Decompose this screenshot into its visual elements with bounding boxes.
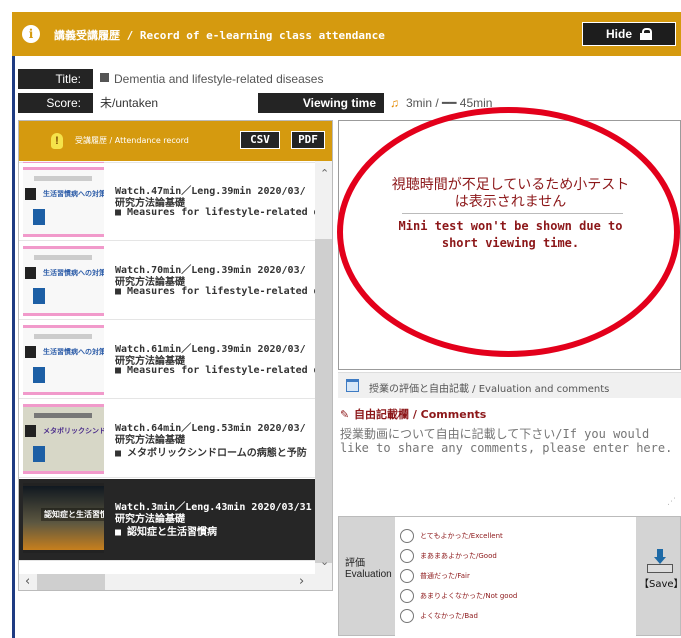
rating-option-good[interactable]: まあまあよかった/Good <box>400 549 497 566</box>
radio-button[interactable] <box>400 529 414 543</box>
evaluation-title: 授業の評価と自由記載 / Evaluation and comments <box>369 384 610 395</box>
evaluation-label: 評価 Evaluation <box>345 558 392 580</box>
comments-title: ✎ 自由記載欄 / Comments <box>340 408 487 421</box>
lecture-thumbnail: 生活習慣病への対策 <box>23 325 104 395</box>
message-divider <box>402 213 623 214</box>
list-item[interactable]: 生活習慣病への対策 Watch.61min／Leng.39min 2020/03… <box>19 321 317 399</box>
save-button[interactable]: 【Save】 <box>639 549 681 597</box>
evaluation-rating-box: 評価 Evaluation とてもよかった/Excellent まあまあよかった… <box>338 516 681 637</box>
score-row: Score: 未/untaken Viewing time ♫ 3min / ━━… <box>18 93 681 113</box>
evaluation-header: 授業の評価と自由記載 / Evaluation and comments <box>338 372 681 398</box>
hide-button[interactable]: Hide <box>582 22 676 46</box>
presenter-thumbnail <box>25 188 36 200</box>
left-border <box>12 56 15 638</box>
page-top: i 講義受講履歴 / Record of e-learning class at… <box>0 0 681 63</box>
rating-option-bad[interactable]: よくなかった/Bad <box>400 609 478 626</box>
list-item[interactable]: 生活習慣病への対策 Watch.47min／Leng.39min 2020/03… <box>19 163 317 241</box>
horizontal-scroll-thumb[interactable] <box>37 574 105 590</box>
mini-test-message-en: Mini test won't be shown due to short vi… <box>398 219 623 250</box>
viewing-time-value: ♫ 3min / ━━ 45min <box>390 96 493 110</box>
attendance-record-panel: ! 受講履歴 / Attendance record CSV PDF 生活習慣病… <box>18 120 333 591</box>
attendance-record-title: 受講履歴 / Attendance record <box>75 136 189 145</box>
lecture-title: ■ メタボリックシンドロームの病態と予防 <box>115 448 307 459</box>
viewing-time-label: Viewing time <box>258 93 384 113</box>
info-icon: i <box>22 25 40 43</box>
presenter-thumbnail <box>25 267 36 279</box>
mini-test-message-jp: 視聴時間が不足しているため小テスト は表示されません <box>391 177 630 210</box>
lock-icon <box>640 28 652 40</box>
comments-textarea[interactable] <box>340 427 678 509</box>
score-label: Score: <box>18 93 93 113</box>
lecture-title: ■ 認知症と生活習慣病 <box>115 527 218 538</box>
rating-option-not-good[interactable]: あまりよくなかった/Not good <box>400 589 517 606</box>
score-value: 未/untaken <box>100 96 159 110</box>
attendance-titlebar: i 講義受講履歴 / Record of e-learning class at… <box>12 12 681 56</box>
scroll-left-arrow-icon[interactable]: ‹ <box>25 574 30 590</box>
rating-option-fair[interactable]: 普通だった/Fair <box>400 569 470 586</box>
lecture-thumbnail: メタボリックシンドロームの病態と予防 <box>23 404 104 474</box>
horizontal-scrollbar[interactable]: ‹ › <box>19 574 332 590</box>
radio-button[interactable] <box>400 609 414 623</box>
lecture-title: ■ Measures for lifestyle-related dis <box>115 286 317 297</box>
attendance-list: 生活習慣病への対策 Watch.47min／Leng.39min 2020/03… <box>19 161 317 576</box>
pdf-button[interactable]: PDF <box>291 131 325 149</box>
title-label: Title: <box>18 69 93 89</box>
scroll-right-arrow-icon[interactable]: › <box>299 574 304 590</box>
bullet-square-icon <box>100 73 109 82</box>
course-title: Dementia and lifestyle-related diseases <box>100 69 323 89</box>
headphone-icon: ♫ <box>390 96 399 110</box>
radio-button[interactable] <box>400 569 414 583</box>
csv-button[interactable]: CSV <box>240 131 280 149</box>
page-title: 講義受講履歴 / Record of e-learning class atte… <box>54 29 385 42</box>
presenter-thumbnail <box>25 425 36 437</box>
lecture-title: ■ Measures for lifestyle-related dis <box>115 207 317 218</box>
scroll-down-arrow-icon[interactable]: ⌄ <box>320 555 329 568</box>
current-list-item[interactable]: 認知症と生活習慣病 Watch.3min／Leng.43min 2020/03/… <box>19 479 317 561</box>
attendance-record-header: ! 受講履歴 / Attendance record CSV PDF <box>19 121 332 161</box>
radio-button[interactable] <box>400 549 414 563</box>
bulb-icon: ! <box>51 133 63 149</box>
rating-options: とてもよかった/Excellent まあまあよかった/Good 普通だった/Fa… <box>395 517 636 637</box>
video-area: 視聴時間が不足しているため小テスト は表示されません Mini test won… <box>338 120 681 370</box>
calendar-icon <box>346 379 359 392</box>
tray-icon <box>647 564 673 573</box>
lecture-thumbnail: 認知症と生活習慣病 <box>23 483 104 553</box>
lecture-thumbnail: 生活習慣病への対策 <box>23 167 104 237</box>
scroll-up-arrow-icon[interactable]: ⌃ <box>320 167 329 180</box>
vertical-scrollbar[interactable]: ⌃ ⌄ <box>315 161 332 576</box>
presenter-thumbnail <box>25 346 36 358</box>
course-title-row: Title: Dementia and lifestyle-related di… <box>18 69 681 89</box>
lecture-thumbnail: 生活習慣病への対策 <box>23 246 104 316</box>
list-item[interactable]: 生活習慣病への対策 Watch.70min／Leng.39min 2020/03… <box>19 242 317 320</box>
lecture-title: ■ Measures for lifestyle-related dis <box>115 365 317 376</box>
hide-button-label: Hide <box>605 27 632 41</box>
resize-grip-icon[interactable]: ⋰ <box>667 497 676 507</box>
rating-option-excellent[interactable]: とてもよかった/Excellent <box>400 529 503 546</box>
list-item[interactable]: メタボリックシンドロームの病態と予防 Watch.64min／Leng.53mi… <box>19 400 317 478</box>
vertical-scroll-thumb[interactable] <box>315 239 332 563</box>
radio-button[interactable] <box>400 589 414 603</box>
download-icon <box>647 549 673 573</box>
pen-icon: ✎ <box>340 408 350 421</box>
